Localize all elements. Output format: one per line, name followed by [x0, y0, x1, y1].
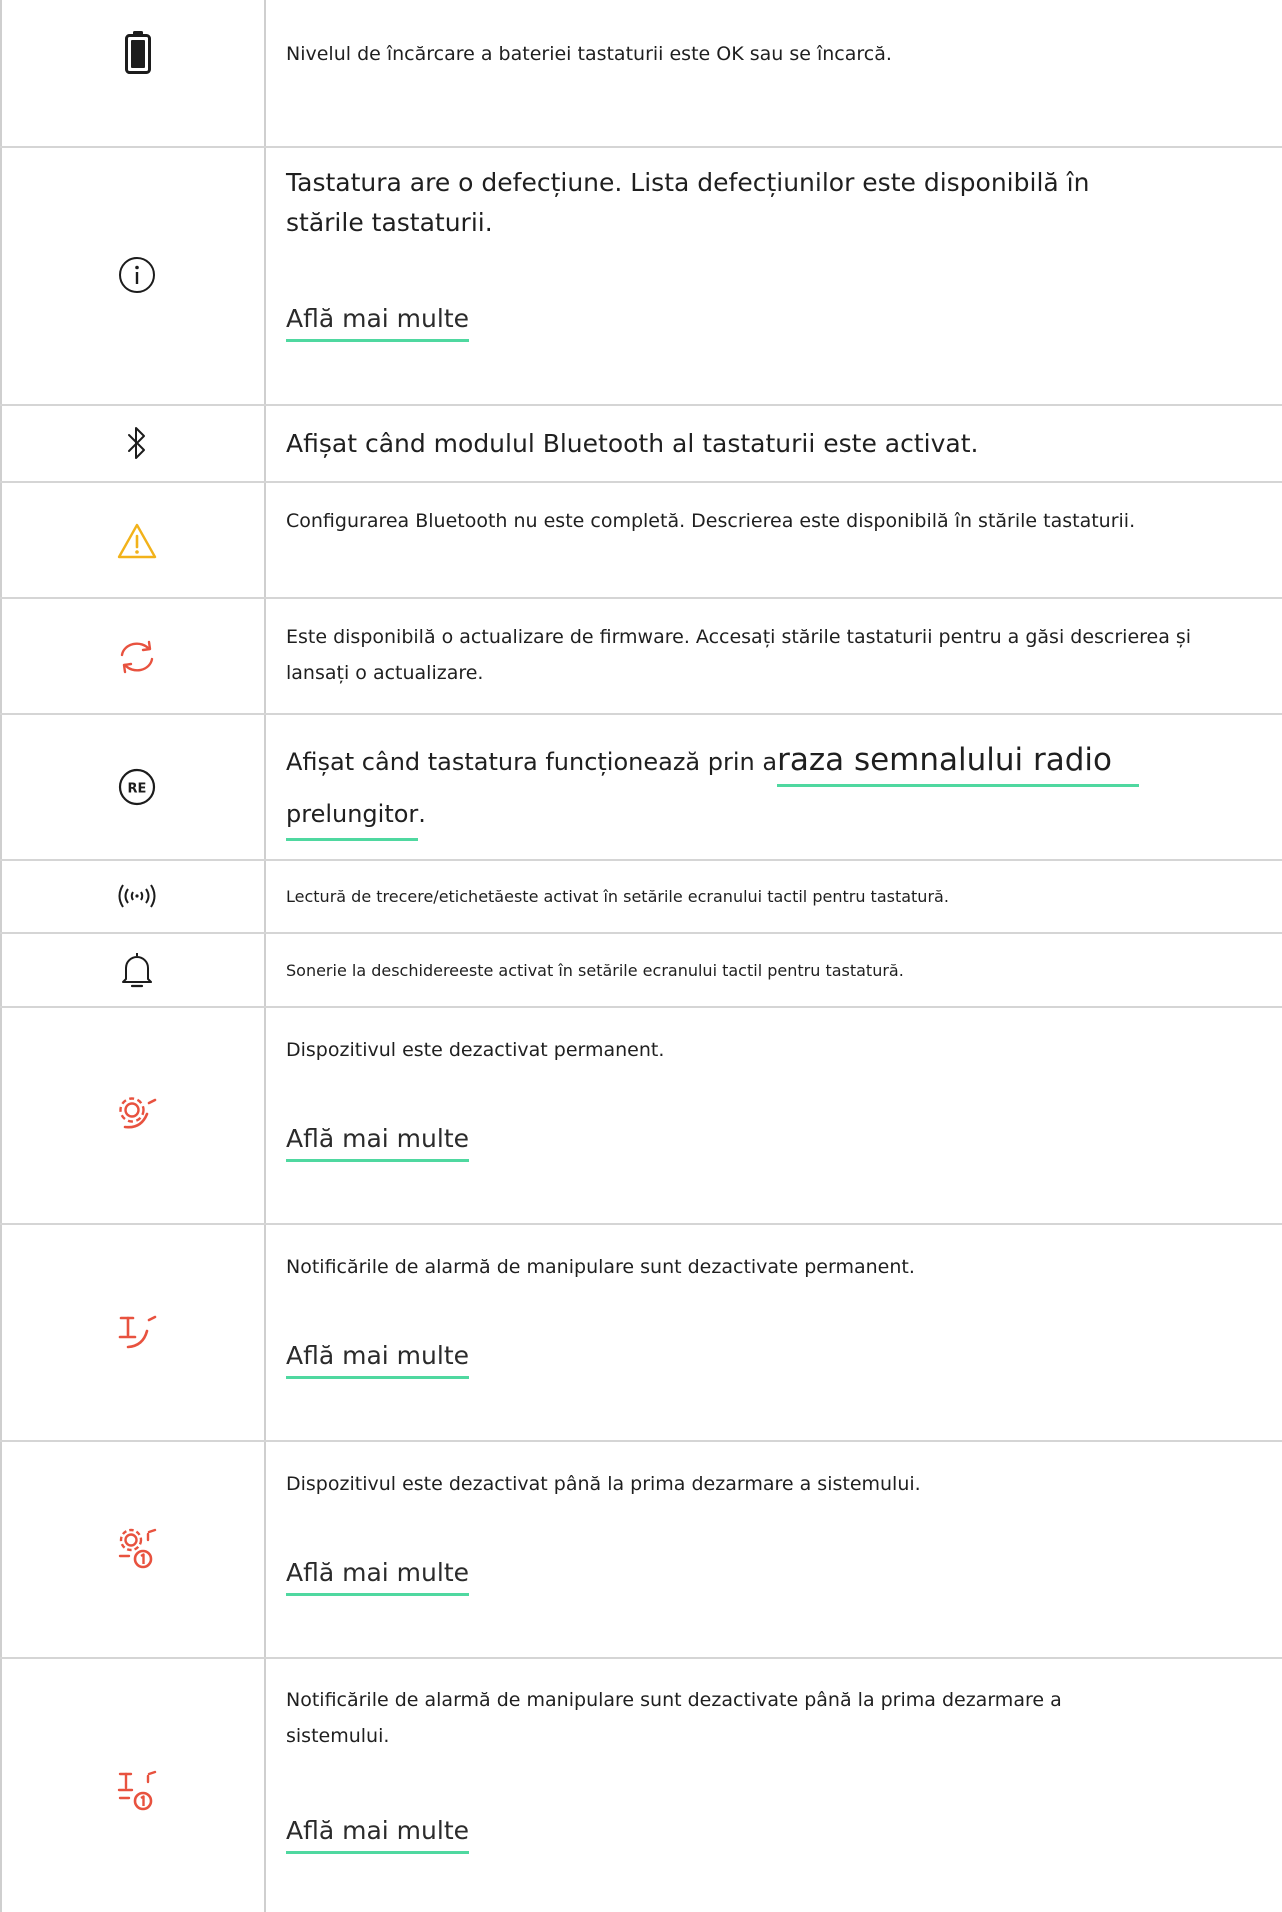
learn-more-link[interactable]: Află mai multe: [286, 1341, 470, 1379]
rfid-icon: [107, 866, 167, 926]
row-divider: [0, 1006, 1282, 1008]
row-description: Afișat când tastatura funcționează prin …: [286, 734, 1242, 841]
info-icon: [107, 245, 167, 305]
gear-disabled-once-icon: [107, 1518, 167, 1578]
row-description: Notificările de alarmă de manipulare sun…: [286, 1256, 915, 1278]
row-divider: [0, 713, 1282, 715]
gear-disabled-icon: [107, 1084, 167, 1144]
row-divider: [0, 597, 1282, 599]
row-divider: [0, 859, 1282, 861]
re-icon: RE: [107, 757, 167, 817]
row-description: Notificările de alarmă de manipulare sun…: [286, 1689, 1062, 1747]
battery-icon: [108, 22, 168, 82]
table-left-border: [0, 0, 2, 1912]
row-description: Tastatura are o defecțiune. Lista defecț…: [286, 168, 1090, 237]
row-description: Lectură de trecere/etichetăeste activat …: [286, 887, 949, 906]
row-divider: [0, 404, 1282, 406]
row-description: Nivelul de încărcare a bateriei tastatur…: [286, 43, 892, 65]
bell-icon: [107, 940, 167, 1000]
tamper-disabled-once-icon: [107, 1760, 167, 1820]
warning-icon: [107, 511, 167, 571]
learn-more-link[interactable]: Află mai multe: [286, 1124, 470, 1162]
row-description: Configurarea Bluetooth nu este completă.…: [286, 510, 1136, 532]
row-description: Sonerie la deschidereeste activat în set…: [286, 961, 904, 980]
row-divider: [0, 481, 1282, 483]
radio-extender-link-continued[interactable]: prelungitor: [286, 788, 419, 841]
row-description: Afișat când modulul Bluetooth al tastatu…: [286, 429, 979, 458]
status-icons-table: Nivelul de încărcare a bateriei tastatur…: [0, 0, 1282, 1912]
tamper-disabled-icon: [107, 1301, 167, 1361]
row-description: Dispozitivul este dezactivat permanent.: [286, 1039, 665, 1061]
row-description: Dispozitivul este dezactivat până la pri…: [286, 1473, 921, 1495]
learn-more-link[interactable]: Află mai multe: [286, 1558, 470, 1596]
table-column-divider: [264, 0, 266, 1912]
learn-more-link[interactable]: Află mai multe: [286, 1816, 470, 1854]
row-divider: [0, 1657, 1282, 1659]
row-divider: [0, 1223, 1282, 1225]
svg-text:RE: RE: [128, 782, 147, 797]
row-divider: [0, 1440, 1282, 1442]
learn-more-link[interactable]: Află mai multe: [286, 304, 470, 342]
bluetooth-icon: [107, 413, 167, 473]
row-description: Este disponibilă o actualizare de firmwa…: [286, 626, 1192, 684]
row-divider: [0, 932, 1282, 934]
sync-icon: [107, 627, 167, 687]
row-divider: [0, 146, 1282, 148]
radio-extender-link[interactable]: raza semnalului radio: [777, 734, 1139, 787]
